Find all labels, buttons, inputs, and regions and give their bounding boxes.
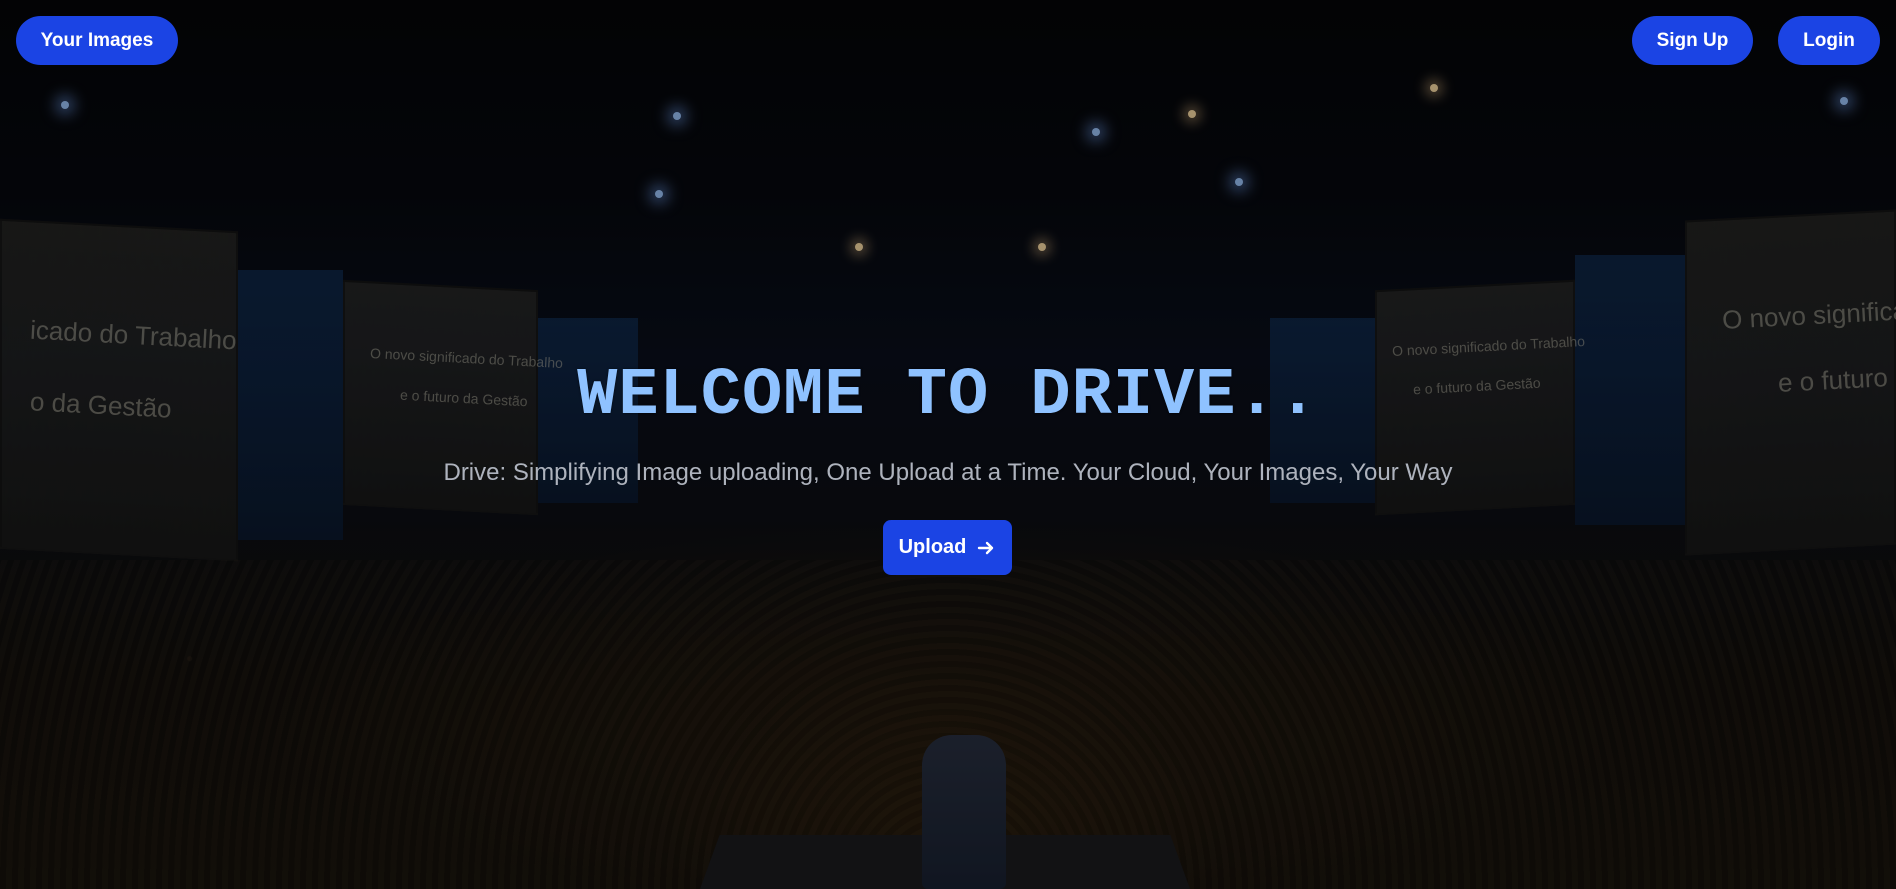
dark-overlay xyxy=(0,0,1896,889)
hero-subtitle: Drive: Simplifying Image uploading, One … xyxy=(443,459,1453,486)
upload-button[interactable]: Upload xyxy=(883,520,1012,575)
upload-button-label: Upload xyxy=(898,536,967,558)
sign-up-button[interactable]: Sign Up xyxy=(1632,16,1753,65)
hero-title: WELCOME TO DRIVE.. xyxy=(577,358,1319,434)
arrow-right-icon xyxy=(978,541,994,554)
login-button[interactable]: Login xyxy=(1778,16,1880,65)
your-images-button[interactable]: Your Images xyxy=(16,16,178,65)
hero-background-photo: icado do Trabalho o da Gestão O novo sig… xyxy=(0,0,1896,889)
